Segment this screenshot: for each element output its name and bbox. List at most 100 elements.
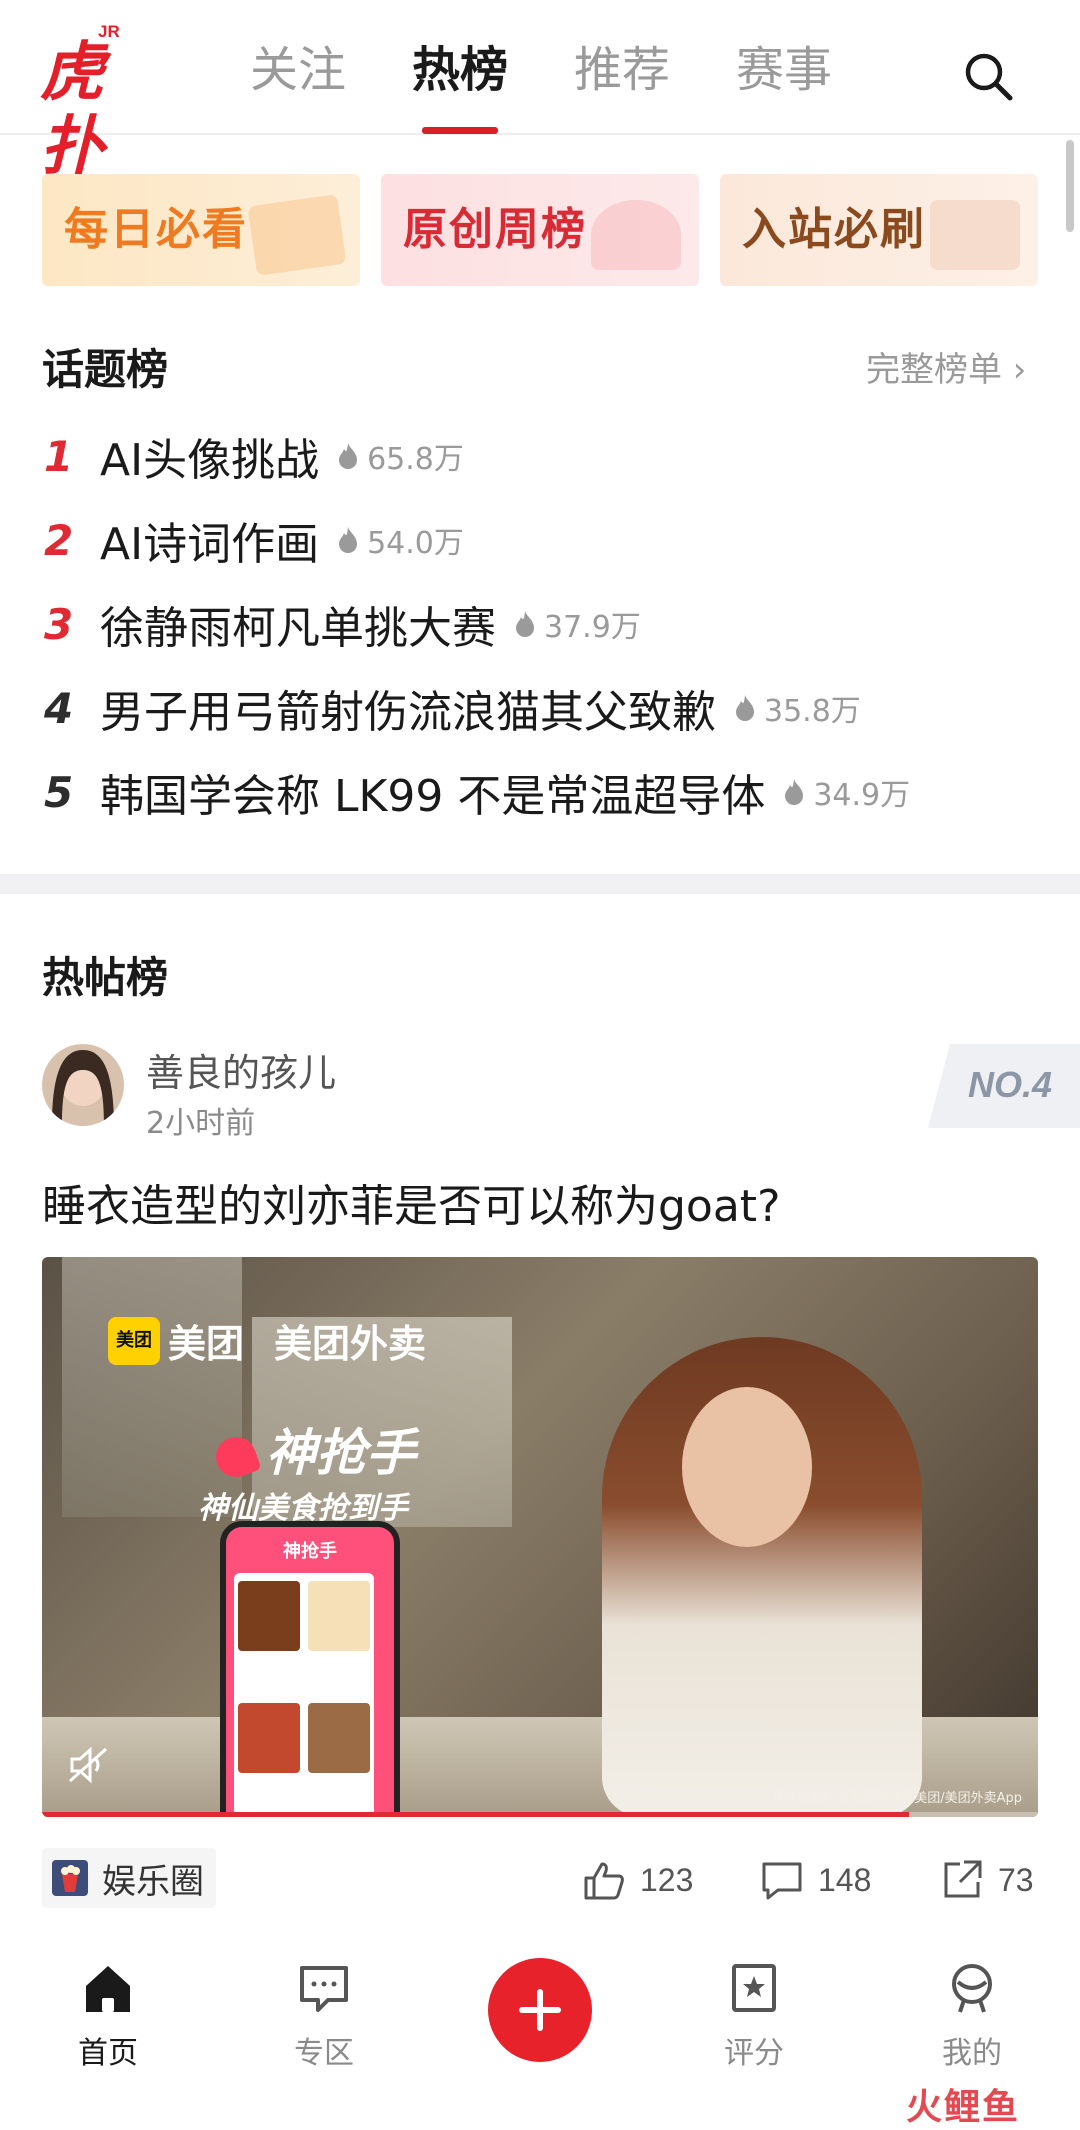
topic-item[interactable]: 4 男子用弓箭射伤流浪猫其父致歉 35.8万 — [44, 678, 861, 739]
top-header: 虎扑 JR 关注 热榜 推荐 赛事 — [0, 0, 1080, 184]
flame-icon — [516, 611, 534, 637]
banner-label: 每日必看 — [64, 204, 248, 255]
topic-rank: 4 — [44, 683, 74, 733]
quote-icon — [930, 200, 1020, 270]
post-author[interactable]: 善良的孩儿 — [146, 1042, 336, 1097]
like-count: 123 — [640, 1861, 694, 1898]
topic-rank: 5 — [44, 767, 74, 817]
bg-window — [62, 1257, 242, 1517]
topic-heat: 35.8万 — [764, 694, 861, 729]
logo-badge: JR — [98, 22, 120, 41]
phone-screen — [234, 1573, 374, 1817]
comment-button[interactable]: 148 — [760, 1850, 871, 1910]
rank-badge-label: NO.4 — [968, 1064, 1053, 1105]
topic-item[interactable]: 1 AI头像挑战 65.8万 — [44, 426, 464, 487]
topic-heat: 65.8万 — [367, 442, 464, 477]
person-face — [682, 1387, 812, 1547]
section-divider — [0, 874, 1080, 894]
like-button[interactable]: 123 — [582, 1850, 693, 1910]
hot-posts-section-title: 热帖榜 — [42, 953, 169, 1002]
nav-zone[interactable]: 专区 — [264, 1960, 384, 2072]
food-tile — [238, 1581, 300, 1651]
food-tile — [238, 1703, 300, 1773]
top-tabs: 关注 热榜 推荐 赛事 — [250, 40, 898, 134]
full-list-link[interactable]: 完整榜单 › — [866, 342, 1026, 391]
trophy-icon — [591, 200, 681, 270]
topic-heat: 34.9万 — [813, 778, 911, 813]
video-progress-bar[interactable] — [42, 1812, 1038, 1817]
comment-icon — [762, 1862, 802, 1900]
topics-section-title: 话题榜 — [42, 345, 169, 394]
tab-follow[interactable]: 关注 — [250, 40, 346, 100]
nav-label: 评分 — [724, 2036, 784, 2071]
flame-icon — [785, 779, 804, 805]
banner-daily-must-see[interactable]: 每日必看 — [42, 174, 360, 286]
topic-title: AI头像挑战 — [100, 435, 320, 486]
create-post-button[interactable] — [488, 1958, 592, 2062]
nav-home[interactable]: 首页 — [48, 1960, 168, 2072]
banner-label: 入站必刷 — [742, 204, 926, 255]
banner-original-weekly[interactable]: 原创周榜 — [381, 174, 699, 286]
nav-label: 首页 — [78, 2036, 138, 2071]
scrollbar[interactable] — [1066, 140, 1074, 232]
topic-title: AI诗词作画 — [100, 519, 320, 570]
circle-tag-label: 娱乐圈 — [102, 1862, 204, 1902]
watermark: 火鲤鱼 — [906, 2087, 1021, 2128]
ad-disclaimer: *具体活动时间及规则详见美团/美团外卖App — [764, 1791, 1022, 1806]
thumbs-up-icon — [584, 1862, 624, 1900]
topic-item[interactable]: 5 韩国学会称 LK99 不是常温超导体 34.9万 — [44, 762, 911, 823]
share-icon — [944, 1860, 982, 1898]
post-title[interactable]: 睡衣造型的刘亦菲是否可以称为goat? — [42, 1170, 780, 1234]
hupu-logo[interactable]: 虎扑 JR — [40, 22, 140, 184]
tab-matches[interactable]: 赛事 — [736, 40, 832, 100]
banner-label: 原创周榜 — [403, 204, 587, 255]
phone-mockup: 神抢手 — [220, 1521, 400, 1817]
nav-rating[interactable]: 评分 — [694, 1960, 814, 2072]
tab-recommend[interactable]: 推荐 — [574, 40, 670, 100]
food-tile — [308, 1581, 370, 1651]
popcorn-icon — [52, 1860, 88, 1896]
tab-hot[interactable]: 热榜 — [412, 40, 508, 134]
flame-icon — [339, 443, 358, 469]
avatar[interactable] — [42, 1044, 124, 1126]
home-icon — [86, 1966, 130, 2012]
topic-title: 韩国学会称 LK99 不是常温超导体 — [100, 771, 766, 822]
banner-newcomer-must-read[interactable]: 入站必刷 — [720, 174, 1038, 286]
topic-rank: 1 — [44, 431, 74, 481]
logo-text: 虎扑 — [40, 36, 104, 184]
flame-icon — [339, 527, 358, 553]
nav-profile[interactable]: 我的 — [912, 1960, 1032, 2072]
star-folder-icon — [247, 194, 347, 276]
search-icon[interactable] — [960, 48, 1016, 104]
topic-rank: 2 — [44, 515, 74, 565]
food-tile — [308, 1703, 370, 1773]
meituan-logo-box: 美团 — [108, 1316, 160, 1365]
topic-title: 徐静雨柯凡单挑大赛 — [100, 603, 496, 654]
ad-brands: 美团 美团 美团外卖 — [108, 1313, 456, 1368]
share-count: 73 — [998, 1861, 1034, 1898]
plus-icon — [519, 1989, 561, 2031]
video-progress-fill — [42, 1812, 909, 1817]
flame-icon — [736, 695, 754, 721]
topic-item[interactable]: 3 徐静雨柯凡单挑大赛 37.9万 — [44, 594, 641, 655]
ad-headline: 神抢手 — [210, 1413, 416, 1485]
heart-icon — [210, 1430, 262, 1483]
meituan-brand: 美团 — [168, 1322, 245, 1366]
topic-heat: 37.9万 — [544, 610, 641, 645]
nav-label: 专区 — [294, 2036, 354, 2071]
post-video[interactable]: 美团 美团 美团外卖 神抢手 神仙美食抢到手 神抢手 *具体活动时间及规则详见美… — [42, 1257, 1038, 1817]
zone-icon — [300, 1966, 348, 2012]
topic-title: 男子用弓箭射伤流浪猫其父致歉 — [100, 687, 716, 738]
meituan-waimai-brand: 美团外卖 — [274, 1322, 427, 1366]
topic-heat: 54.0万 — [367, 526, 464, 561]
comment-count: 148 — [818, 1861, 872, 1898]
active-tab-indicator — [422, 127, 499, 134]
mute-icon[interactable] — [64, 1741, 112, 1789]
share-button[interactable]: 73 — [940, 1850, 1034, 1910]
rating-icon — [732, 1964, 776, 2012]
phone-header: 神抢手 — [283, 1541, 337, 1562]
topic-item[interactable]: 2 AI诗词作画 54.0万 — [44, 510, 464, 571]
circle-tag[interactable]: 娱乐圈 — [42, 1848, 216, 1908]
post-time: 2小时前 — [146, 1106, 256, 1141]
topic-rank: 3 — [44, 599, 74, 649]
